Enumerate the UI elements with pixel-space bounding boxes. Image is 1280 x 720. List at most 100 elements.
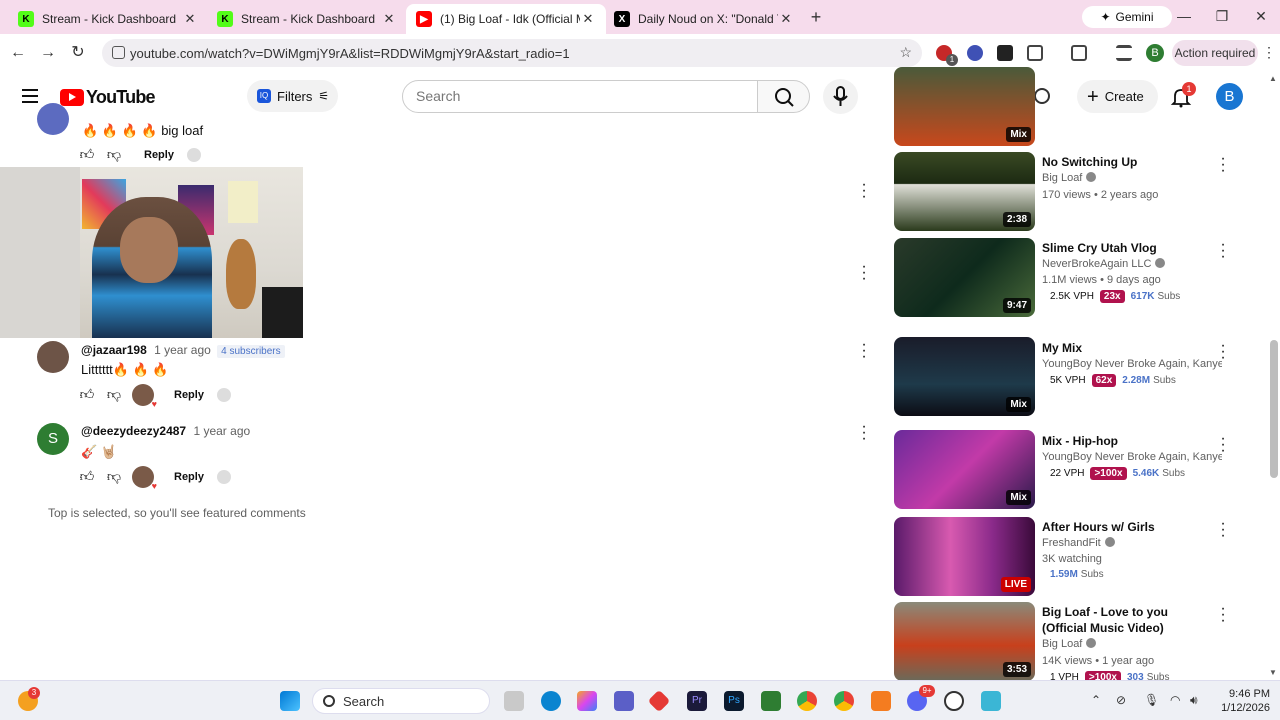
video-title[interactable]: No Switching Up bbox=[1042, 154, 1202, 170]
browser-tab-kick-1[interactable]: K Stream - Kick Dashboard ✕ bbox=[8, 4, 208, 34]
file-explorer-icon[interactable] bbox=[504, 691, 524, 711]
premiere-icon[interactable]: Pr bbox=[687, 691, 707, 711]
comment-more-icon[interactable]: · · · bbox=[859, 177, 869, 205]
channel-name[interactable]: Big Loaf bbox=[1042, 638, 1222, 650]
filters-button[interactable]: IQ Filters ⚟ bbox=[247, 80, 338, 112]
close-tab-icon[interactable]: ✕ bbox=[182, 11, 198, 27]
dislike-icon[interactable]: 👎︎ bbox=[106, 386, 122, 403]
close-window-button[interactable]: ✕ bbox=[1251, 8, 1271, 25]
comment-author[interactable]: @jazaar198 bbox=[81, 343, 147, 357]
browser-menu-icon[interactable]: ⋮ bbox=[1262, 44, 1276, 61]
comment-time[interactable]: 1 year ago bbox=[154, 343, 211, 357]
reply-button[interactable]: Reply bbox=[174, 471, 204, 483]
video-thumbnail[interactable]: 3:53 bbox=[894, 602, 1035, 681]
minimize-window-button[interactable]: — bbox=[1174, 8, 1194, 24]
app-icon[interactable] bbox=[647, 689, 671, 713]
account-avatar[interactable]: B bbox=[1216, 83, 1243, 110]
scroll-up-icon[interactable]: ▲ bbox=[1269, 74, 1277, 83]
channel-name[interactable]: Big Loaf bbox=[1042, 172, 1222, 184]
search-input[interactable]: Search bbox=[402, 80, 758, 113]
comment-author[interactable]: @deezydeezy2487 bbox=[81, 424, 186, 438]
video-more-icon[interactable]: · · · bbox=[1218, 431, 1228, 459]
video-title[interactable]: My Mix bbox=[1042, 340, 1202, 356]
video-title[interactable]: Big Loaf - Love to you (Official Music V… bbox=[1042, 604, 1202, 636]
comment-time[interactable]: 1 year ago bbox=[193, 424, 250, 438]
browser-tab-kick-2[interactable]: K Stream - Kick Dashboard ✕ bbox=[207, 4, 407, 34]
chrome-icon[interactable] bbox=[834, 691, 854, 711]
photoshop-icon[interactable]: Ps bbox=[724, 691, 744, 711]
video-thumbnail[interactable]: Mix bbox=[894, 67, 1035, 146]
video-thumbnail[interactable]: 2:38 bbox=[894, 152, 1035, 231]
obs-icon[interactable] bbox=[944, 691, 964, 711]
reply-button[interactable]: Reply bbox=[144, 149, 174, 161]
video-more-icon[interactable]: · · · bbox=[1218, 516, 1228, 544]
action-required-button[interactable]: Action required bbox=[1172, 40, 1258, 66]
browser-profile-avatar[interactable]: B bbox=[1146, 44, 1164, 62]
extension-icon[interactable] bbox=[217, 388, 231, 402]
forward-icon[interactable]: → bbox=[38, 43, 58, 63]
video-thumbnail[interactable]: Mix bbox=[894, 337, 1035, 416]
teams-icon[interactable] bbox=[614, 691, 634, 711]
browser-tab-youtube[interactable]: ▶ (1) Big Loaf - Idk (Official Music ✕ bbox=[406, 4, 606, 34]
extension-icon[interactable] bbox=[997, 45, 1013, 61]
like-icon[interactable]: 👍︎ bbox=[79, 146, 95, 163]
commenter-avatar[interactable] bbox=[37, 103, 69, 135]
menu-icon[interactable] bbox=[22, 89, 38, 103]
comment-more-icon[interactable]: · · · bbox=[859, 259, 869, 287]
search-button[interactable] bbox=[757, 80, 810, 113]
channel-name[interactable]: YoungBoy Never Broke Again, Kanye We... bbox=[1042, 358, 1222, 370]
video-more-icon[interactable]: · · · bbox=[1218, 601, 1228, 629]
commenter-avatar[interactable]: S bbox=[37, 423, 69, 455]
gemini-button[interactable]: ✦ Gemini bbox=[1082, 6, 1172, 28]
extension-icon[interactable] bbox=[217, 470, 231, 484]
bookmark-star-icon[interactable]: ☆ bbox=[899, 44, 912, 61]
maximize-window-button[interactable]: ❐ bbox=[1212, 8, 1232, 25]
channel-name[interactable]: YoungBoy Never Broke Again, Kanye We... bbox=[1042, 451, 1222, 463]
close-tab-icon[interactable]: ✕ bbox=[381, 11, 397, 27]
media-controls-icon[interactable] bbox=[1116, 45, 1132, 61]
app-icon[interactable] bbox=[981, 691, 1001, 711]
channel-name[interactable]: NeverBrokeAgain LLC bbox=[1042, 258, 1222, 270]
like-icon[interactable]: 👍︎ bbox=[79, 468, 95, 485]
scroll-down-icon[interactable]: ▼ bbox=[1269, 668, 1277, 677]
network-off-icon[interactable]: ⊘ bbox=[1116, 693, 1126, 707]
commenter-avatar[interactable] bbox=[37, 341, 69, 373]
chrome-icon[interactable] bbox=[797, 691, 817, 711]
edge-icon[interactable] bbox=[541, 691, 561, 711]
video-title[interactable]: After Hours w/ Girls bbox=[1042, 519, 1202, 535]
puzzle-extensions-icon[interactable] bbox=[1027, 45, 1043, 61]
windows-start-icon[interactable] bbox=[280, 691, 300, 711]
comment-more-icon[interactable]: · · · bbox=[859, 419, 869, 447]
voice-search-button[interactable] bbox=[823, 79, 858, 114]
like-icon[interactable]: 👍︎ bbox=[79, 386, 95, 403]
app-icon[interactable] bbox=[871, 691, 891, 711]
back-icon[interactable]: ← bbox=[8, 43, 28, 63]
reply-button[interactable]: Reply bbox=[174, 389, 204, 401]
close-tab-icon[interactable]: ✕ bbox=[580, 11, 596, 27]
browser-tab-x[interactable]: X Daily Noud on X: "Donald Trum ✕ bbox=[604, 4, 804, 34]
tray-overflow-icon[interactable]: ⌃ bbox=[1091, 693, 1101, 707]
reload-icon[interactable]: ↻ bbox=[68, 43, 88, 63]
url-bar[interactable]: youtube.com/watch?v=DWiMgmjY9rA&list=RDD… bbox=[102, 39, 922, 67]
video-title[interactable]: Slime Cry Utah Vlog bbox=[1042, 240, 1202, 256]
video-more-icon[interactable]: · · · bbox=[1218, 338, 1228, 366]
youtube-logo[interactable]: YouTube bbox=[60, 87, 156, 108]
video-more-icon[interactable]: · · · bbox=[1218, 237, 1228, 265]
wifi-icon[interactable]: ◠ bbox=[1170, 693, 1180, 707]
microphone-icon[interactable]: 🎙︎ bbox=[1144, 693, 1159, 707]
site-info-icon[interactable] bbox=[112, 46, 125, 59]
video-title[interactable]: Mix - Hip-hop bbox=[1042, 433, 1202, 449]
new-tab-button[interactable]: + bbox=[806, 7, 826, 28]
video-thumbnail[interactable]: Mix bbox=[894, 430, 1035, 509]
comment-more-icon[interactable]: · · · bbox=[859, 337, 869, 365]
extension-icon[interactable] bbox=[1034, 88, 1050, 104]
system-clock[interactable]: 9:46 PM 1/12/2026 bbox=[1216, 687, 1270, 715]
copilot-icon[interactable] bbox=[577, 691, 597, 711]
tab-search-icon[interactable] bbox=[1071, 45, 1087, 61]
dislike-icon[interactable]: 👎︎ bbox=[106, 468, 122, 485]
taskbar-search-box[interactable]: Search bbox=[312, 688, 490, 714]
channel-name[interactable]: FreshandFit bbox=[1042, 537, 1222, 549]
video-thumbnail[interactable]: 9:47 bbox=[894, 238, 1035, 317]
close-tab-icon[interactable]: ✕ bbox=[778, 11, 794, 27]
dislike-icon[interactable]: 👎︎ bbox=[106, 146, 122, 163]
